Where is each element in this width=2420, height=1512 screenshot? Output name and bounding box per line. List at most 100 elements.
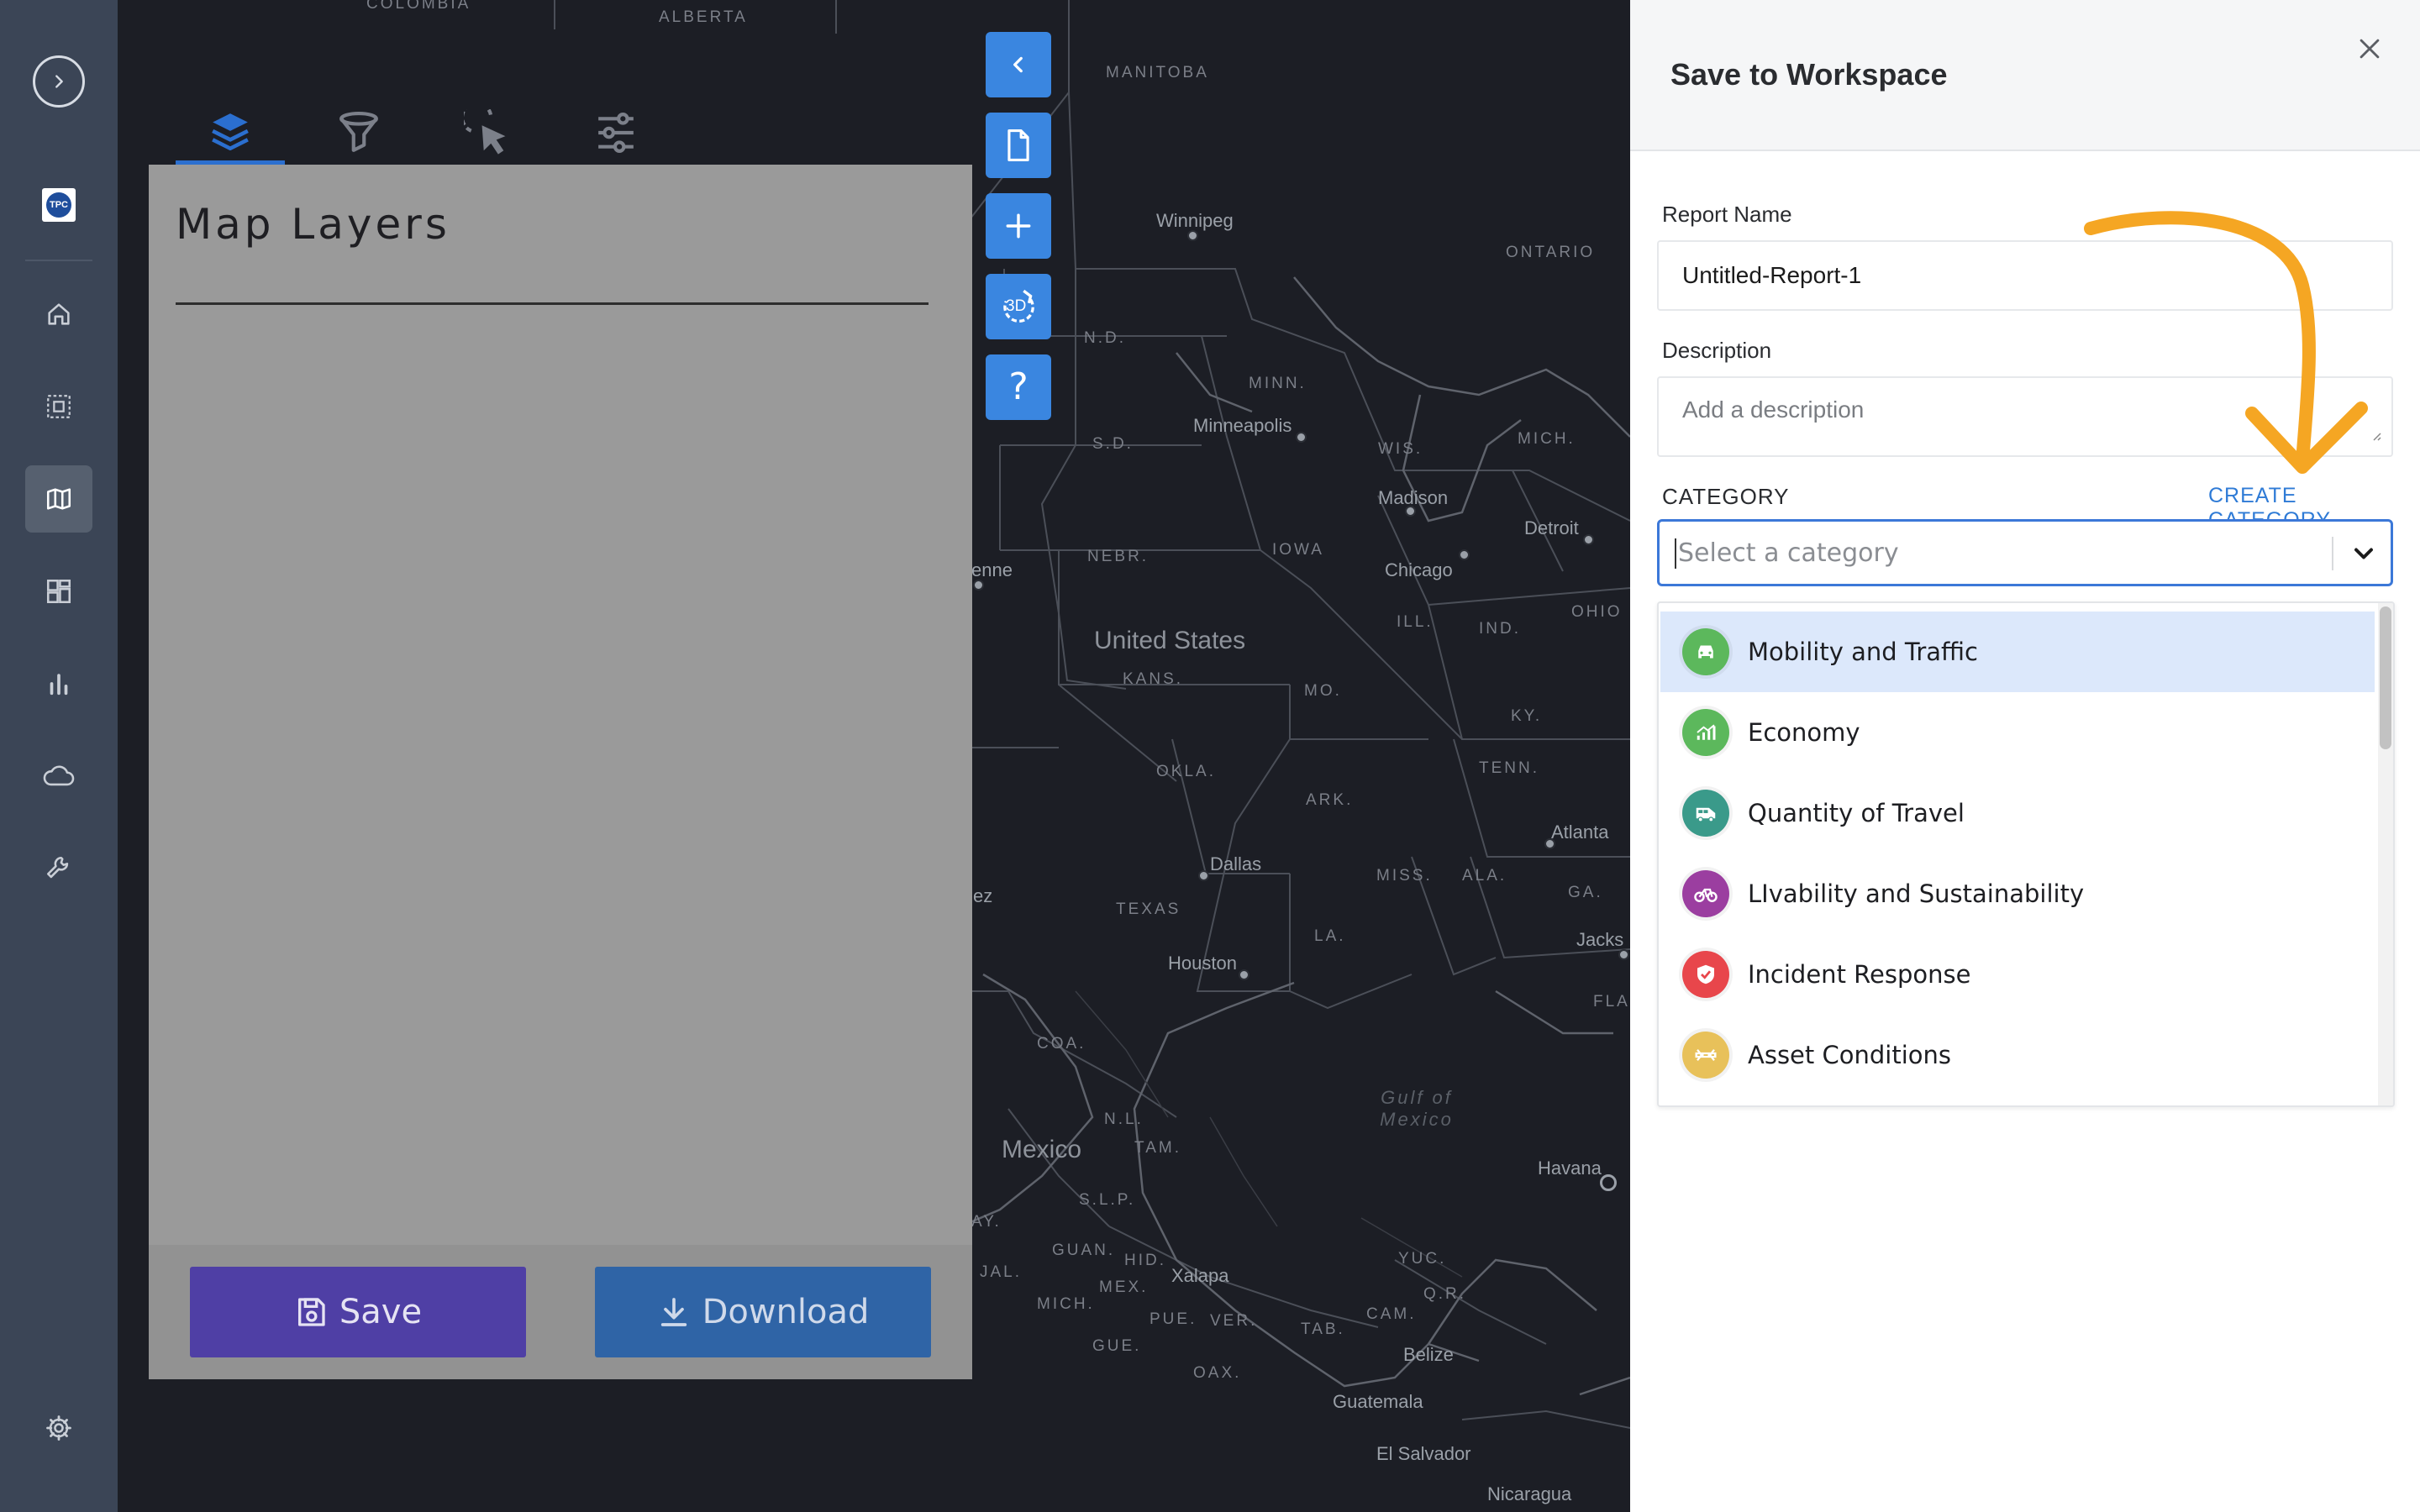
map-label: TAM. [1134,1139,1181,1157]
save-button[interactable]: Save [190,1267,526,1357]
map-label: WIS. [1378,440,1423,458]
map-city-label: Atlanta [1551,822,1609,843]
road-icon [1682,1032,1729,1079]
map-label: ALA. [1462,867,1507,885]
map-city-label: ez [973,885,993,906]
dashboard-icon [45,577,73,606]
dropdown-scrollbar-thumb[interactable] [2380,606,2391,749]
select-separator [2332,537,2333,570]
sidebar-item-settings[interactable] [25,1394,92,1462]
map-icon [45,485,73,513]
sidebar-item-cloud[interactable] [25,743,92,810]
document-icon [1002,128,1034,163]
map-label: TAB. [1301,1320,1345,1338]
map-label: FLA [1593,993,1630,1011]
cursor-select-icon [464,109,511,160]
map-label: ALBERTA [659,8,748,26]
description-label: Description [1662,338,1772,363]
tab-layers[interactable] [176,87,285,165]
category-option[interactable]: Asset Conditions [1660,1015,2375,1095]
sidebar-item-dashboard[interactable] [25,558,92,625]
option-label: Mobility and Traffic [1748,638,1978,666]
category-option[interactable]: Economy [1660,692,2375,773]
tab-filter[interactable] [304,87,413,165]
map-label: COLOMBIA [366,0,471,13]
map-label: KANS. [1123,670,1184,688]
category-dropdown-menu: Mobility and Traffic Economy Quantity of… [1657,601,2395,1107]
3d-label: 3D [1006,297,1027,315]
map-label: MICH. [1037,1295,1095,1313]
map-label: AY. [971,1213,1002,1231]
map-label: NEBR. [1087,548,1150,565]
download-button[interactable]: Download [595,1267,931,1357]
sidebar-item-tools[interactable] [25,835,92,902]
map-label: GUE. [1092,1337,1142,1355]
map-label: MEX. [1099,1278,1149,1296]
sidebar-item-home[interactable] [25,281,92,348]
bar-chart-icon [45,669,73,698]
category-option[interactable]: LIvability and Sustainability [1660,853,2375,934]
sidebar-item-selection[interactable] [25,373,92,440]
report-button[interactable] [986,113,1051,178]
category-placeholder: Select a category [1678,538,1899,568]
gear-icon [45,1414,73,1442]
modal-title: Save to Workspace [1670,57,1948,92]
layers-icon [209,109,251,156]
map-label: ILL. [1397,613,1434,631]
bicycle-icon [1682,870,1729,917]
map-city-label: Minneapolis [1193,415,1292,436]
sidebar-item-charts[interactable] [25,650,92,717]
category-option[interactable]: Quantity of Travel [1660,773,2375,853]
map-label: YUC. [1398,1250,1447,1268]
plus-icon [1004,212,1033,240]
zoom-in-button[interactable] [986,193,1051,259]
3d-toggle-button[interactable]: 3D [986,274,1051,339]
category-option[interactable]: Incident Response [1660,934,2375,1015]
map-city-label: Xalapa [1171,1265,1229,1286]
chevron-left-icon [1007,54,1029,76]
selection-icon [45,392,73,421]
map-label: ARK. [1306,791,1354,809]
layers-panel: Map Layers Save Download [149,165,972,1379]
text-cursor [1675,538,1676,569]
map-label: MICH. [1518,430,1576,448]
question-icon: ? [1008,365,1028,408]
map-label: ONTARIO [1506,244,1596,261]
map-label: IOWA [1272,541,1324,559]
category-option[interactable]: Mobility and Traffic [1660,612,2375,692]
map-city-label: Nicaragua [1487,1483,1572,1504]
sidebar-item-map[interactable] [25,465,92,533]
download-button-label: Download [702,1293,870,1331]
description-placeholder: Add a description [1682,396,1865,423]
map-label: JAL. [980,1263,1023,1281]
map-label: TEXAS [1116,900,1181,918]
app-logo[interactable]: TPC [42,188,76,222]
collapse-panel-button[interactable] [986,32,1051,97]
map-label: COA. [1037,1035,1086,1053]
home-icon [45,300,73,328]
layers-panel-tabs [149,67,972,165]
map-city-label: Houston [1168,953,1237,974]
report-name-label: Report Name [1662,202,1792,227]
capital-marker [1600,1174,1617,1191]
dropdown-toggle[interactable] [2349,538,2379,569]
map-city-label: Jacks [1576,929,1624,950]
category-select[interactable]: Select a category [1657,519,2393,586]
download-icon [657,1295,691,1329]
map-label: PUE. [1150,1310,1197,1328]
bus-icon [1682,790,1729,837]
close-button[interactable] [2351,30,2388,67]
left-sidebar: TPC [0,0,118,1512]
map-label: TENN. [1479,759,1539,777]
map-label: S.D. [1092,435,1134,453]
help-button[interactable]: ? [986,354,1051,420]
tab-settings[interactable] [561,87,671,165]
annotation-arrow [2075,210,2395,491]
panel-footer: Save Download [149,1245,972,1379]
expand-sidebar-button[interactable] [33,55,85,108]
map-country-label: United States [1094,627,1246,654]
map-label: MISS. [1376,867,1433,885]
3d-rotate-icon: 3D [997,286,1039,328]
map-label: LA. [1314,927,1346,945]
tab-select[interactable] [433,87,542,165]
